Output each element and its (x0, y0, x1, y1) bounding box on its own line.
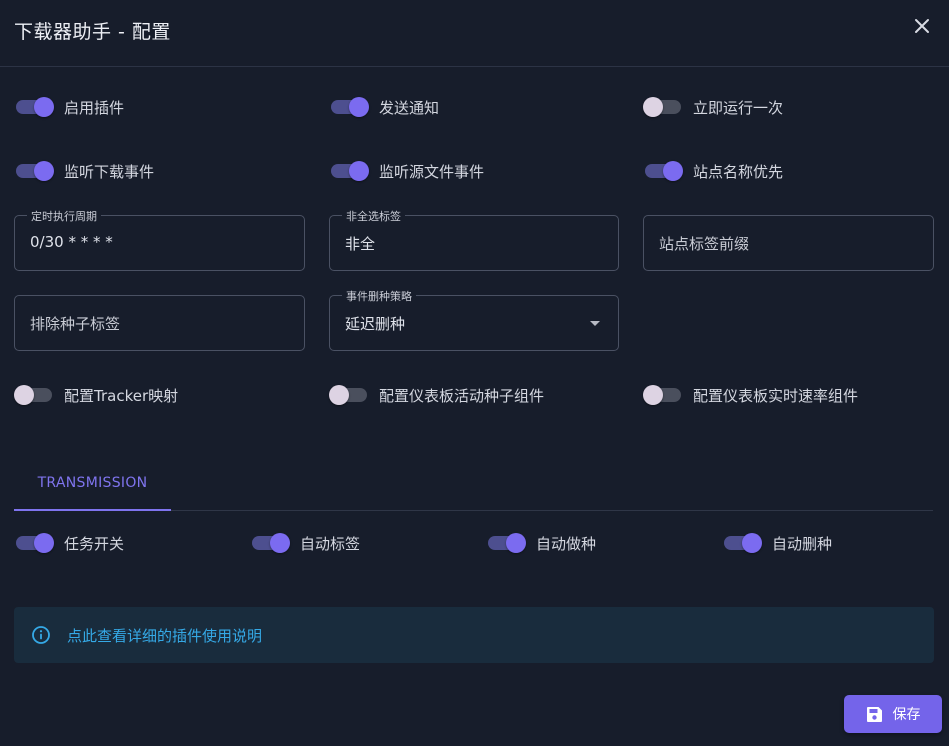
switch-run-once[interactable]: 立即运行一次 (643, 95, 783, 119)
toggle-track[interactable] (488, 533, 526, 553)
downloader-tabs: TRANSMISSION (14, 456, 933, 511)
switch-label: 监听源文件事件 (379, 162, 485, 181)
delete-strategy-select[interactable]: 事件删种策略 延迟删种 (329, 288, 619, 351)
toggle-track[interactable] (14, 385, 52, 405)
field-placeholder[interactable]: 排除种子标签 (30, 313, 120, 334)
cron-field[interactable]: 定时执行周期 0/30 * * * * (14, 208, 305, 271)
switch-label: 配置仪表板活动种子组件 (379, 386, 545, 405)
toggle-track[interactable] (643, 385, 681, 405)
switch-label: 站点名称优先 (693, 162, 784, 181)
switch-label: 监听下载事件 (64, 162, 155, 181)
dialog-header: 下载器助手 - 配置 (0, 0, 949, 67)
switch-enable-plugin[interactable]: 启用插件 (14, 95, 124, 119)
field-value[interactable]: 0/30 * * * * (30, 233, 113, 251)
toggle-track[interactable] (331, 161, 369, 181)
toggle-track[interactable] (724, 533, 762, 553)
switch-label: 发送通知 (379, 98, 440, 117)
toggle-track[interactable] (16, 97, 54, 117)
toggle-track[interactable] (329, 385, 367, 405)
tab-transmission[interactable]: TRANSMISSION (14, 456, 171, 511)
switch-listen-download[interactable]: 监听下载事件 (14, 159, 154, 183)
toggle-track[interactable] (645, 161, 683, 181)
toggle-track[interactable] (252, 533, 290, 553)
field-label: 定时执行周期 (27, 208, 101, 224)
toggle-track[interactable] (643, 97, 681, 117)
close-icon[interactable] (910, 14, 934, 38)
switch-auto-delete[interactable]: 自动删种 (722, 531, 832, 555)
non-seed-tag-field[interactable]: 非全选标签 非全 (329, 208, 619, 271)
field-label: 事件删种策略 (342, 288, 416, 304)
floppy-disk-icon (866, 706, 882, 722)
info-link-text[interactable]: 点此查看详细的插件使用说明 (67, 625, 262, 646)
usage-info-alert[interactable]: 点此查看详细的插件使用说明 (14, 607, 934, 663)
switch-listen-source-file[interactable]: 监听源文件事件 (329, 159, 484, 183)
switch-label: 自动标签 (300, 534, 361, 553)
chevron-down-icon[interactable] (590, 321, 600, 326)
switch-label: 立即运行一次 (693, 98, 784, 117)
select-value[interactable]: 延迟删种 (345, 313, 405, 334)
switch-label: 自动删种 (772, 534, 833, 553)
switch-label: 配置Tracker映射 (64, 386, 179, 405)
field-value[interactable]: 非全 (345, 233, 375, 254)
switch-dashboard-speed[interactable]: 配置仪表板实时速率组件 (643, 383, 858, 407)
switch-label: 任务开关 (64, 534, 125, 553)
switch-dashboard-active-seeds[interactable]: 配置仪表板活动种子组件 (329, 383, 544, 407)
switch-task-enabled[interactable]: 任务开关 (14, 531, 124, 555)
toggle-track[interactable] (16, 533, 54, 553)
save-button[interactable]: 保存 (844, 695, 942, 733)
switch-label: 自动做种 (536, 534, 597, 553)
switch-send-notify[interactable]: 发送通知 (329, 95, 439, 119)
switch-tracker-mapping[interactable]: 配置Tracker映射 (14, 383, 178, 407)
switch-auto-seed[interactable]: 自动做种 (486, 531, 596, 555)
exclude-tags-field[interactable]: 排除种子标签 (14, 295, 305, 351)
field-label: 非全选标签 (342, 208, 405, 224)
info-circle-icon (31, 625, 51, 645)
switch-auto-tag[interactable]: 自动标签 (250, 531, 360, 555)
site-tag-prefix-field[interactable]: 站点标签前缀 (643, 215, 934, 271)
save-label: 保存 (892, 707, 921, 723)
toggle-track[interactable] (331, 97, 369, 117)
dialog-title: 下载器助手 - 配置 (14, 21, 171, 43)
switch-label: 启用插件 (64, 98, 125, 117)
toggle-track[interactable] (16, 161, 54, 181)
switch-label: 配置仪表板实时速率组件 (693, 386, 859, 405)
switch-site-name-priority[interactable]: 站点名称优先 (643, 159, 783, 183)
field-placeholder[interactable]: 站点标签前缀 (659, 233, 749, 254)
